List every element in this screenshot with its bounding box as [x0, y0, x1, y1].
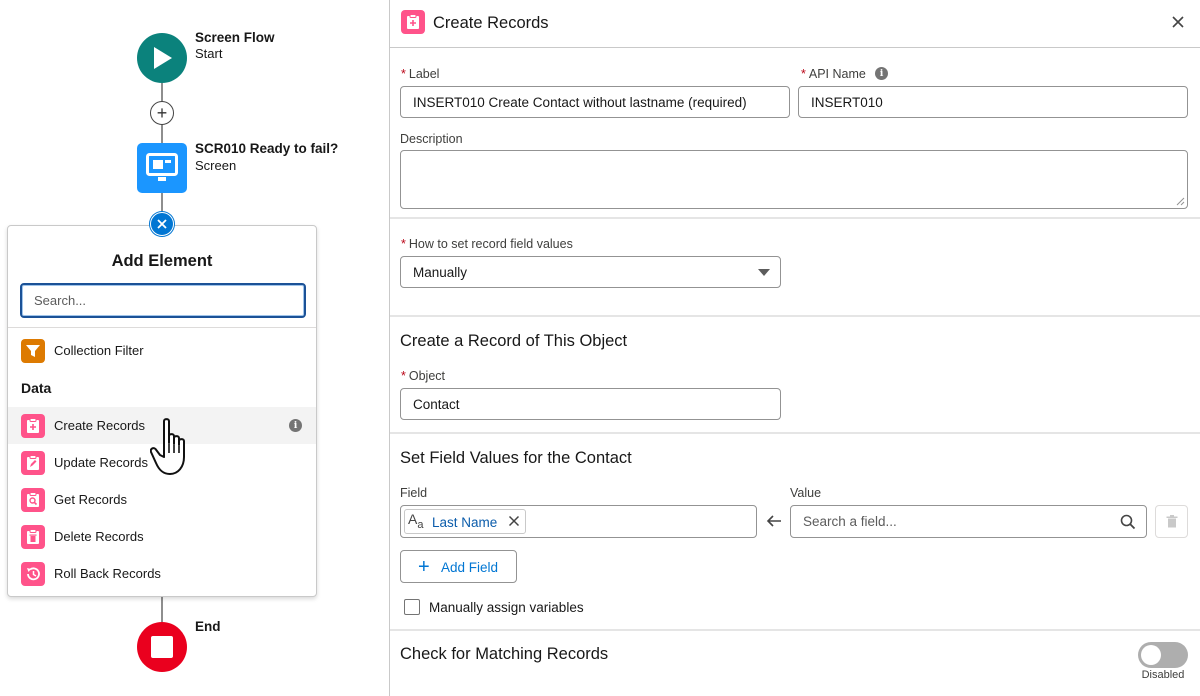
end-node-title: End [195, 619, 221, 634]
manual-assign-label: Manually assign variables [429, 600, 584, 615]
manual-assign-checkbox[interactable] [404, 599, 420, 615]
plus-icon: + [156, 103, 168, 123]
label-input[interactable] [401, 87, 789, 117]
description-textarea[interactable] [400, 150, 1188, 209]
value-search-input[interactable] [791, 506, 1146, 537]
info-icon[interactable]: i [289, 419, 302, 432]
chevron-down-icon [758, 269, 770, 276]
add-element-panel: Add Element Collection Filter Data Creat… [7, 225, 317, 597]
screen-node[interactable] [137, 143, 187, 193]
object-section-title: Create a Record of This Object [400, 332, 628, 350]
hand-cursor-icon [150, 418, 185, 475]
toggle-state-label: Disabled [1141, 669, 1185, 681]
panel-title: Create Records [433, 14, 549, 32]
start-node-subtitle: Start [195, 46, 223, 61]
section-divider [390, 315, 1200, 317]
arrow-left-icon [766, 515, 781, 527]
section-label-data: Data [21, 380, 52, 396]
matching-records-section-title: Check for Matching Records [400, 645, 609, 663]
flow-canvas: Screen Flow Start + SCR010 Ready to fail… [0, 0, 390, 696]
connector-line [161, 597, 163, 622]
panel-header: Create Records [390, 0, 1200, 48]
label-field-label: * Label [401, 67, 440, 81]
object-field[interactable] [400, 388, 781, 420]
info-icon[interactable]: i [875, 67, 888, 80]
element-item-label: Update Records [54, 455, 148, 470]
start-node-title: Screen Flow [195, 30, 275, 45]
object-field-label: * Object [401, 369, 446, 383]
value-column-label: Value [790, 486, 822, 500]
element-item-roll-back-records[interactable]: Roll Back Records [8, 555, 316, 592]
element-search-input[interactable] [22, 285, 304, 316]
add-element-button[interactable]: + [150, 101, 174, 125]
how-to-set-label: * How to set record field values [401, 237, 573, 251]
api-name-field[interactable] [798, 86, 1188, 118]
plus-icon: + [418, 556, 430, 578]
screen-icon [146, 153, 178, 181]
create-records-icon [401, 10, 425, 34]
matching-records-toggle[interactable] [1138, 642, 1188, 668]
field-column-label: Field [400, 486, 428, 500]
add-element-title: Add Element [111, 252, 213, 270]
remove-pill-icon[interactable] [508, 515, 520, 527]
properties-panel: Create Records *Label *API Name i Descri… [389, 0, 1200, 696]
element-item-label: Delete Records [54, 529, 144, 544]
field-pill[interactable]: Aa Last Name [404, 509, 526, 534]
api-name-input[interactable] [799, 87, 1187, 117]
delete-records-icon [21, 525, 45, 549]
delete-row-button[interactable] [1155, 505, 1188, 538]
section-divider [390, 217, 1200, 219]
start-node[interactable] [137, 33, 187, 83]
resize-handle-icon[interactable] [1176, 197, 1185, 206]
field-pill-label: Last Name [432, 515, 498, 530]
how-to-set-select[interactable]: Manually [400, 256, 781, 288]
toggle-knob [1141, 645, 1161, 665]
end-node[interactable] [137, 622, 187, 672]
field-values-section-title: Set Field Values for the Contact [400, 449, 632, 467]
element-item-label: Collection Filter [54, 343, 144, 358]
element-item-collection-filter[interactable]: Collection Filter [8, 332, 316, 369]
field-selector[interactable]: Aa Last Name [400, 505, 757, 538]
update-records-icon [21, 451, 45, 475]
text-field-icon: Aa [408, 511, 424, 531]
get-records-icon [21, 488, 45, 512]
api-name-field-label: * API Name [801, 67, 866, 81]
close-icon [157, 219, 167, 229]
description-label: Description [400, 132, 463, 146]
close-add-element-button[interactable] [150, 212, 174, 236]
value-search-box[interactable] [790, 505, 1147, 538]
screen-node-title: SCR010 Ready to fail? [195, 141, 339, 156]
element-item-label: Roll Back Records [54, 566, 161, 581]
label-field[interactable] [400, 86, 790, 118]
select-value: Manually [413, 265, 468, 280]
section-divider [390, 432, 1200, 434]
create-records-icon [21, 414, 45, 438]
divider [8, 327, 316, 328]
play-icon [154, 47, 172, 69]
element-search-box[interactable] [20, 283, 306, 318]
add-field-label: Add Field [441, 560, 499, 575]
section-divider [390, 629, 1200, 631]
element-item-label: Create Records [54, 418, 146, 433]
object-input[interactable] [401, 389, 780, 419]
element-item-get-records[interactable]: Get Records [8, 481, 316, 518]
roll-back-records-icon [21, 562, 45, 586]
screen-node-subtitle: Screen [195, 158, 237, 173]
search-icon [1120, 514, 1136, 530]
close-icon[interactable] [1170, 14, 1186, 30]
element-item-delete-records[interactable]: Delete Records [8, 518, 316, 555]
filter-icon [21, 339, 45, 363]
add-field-button[interactable]: + Add Field [400, 550, 517, 583]
trash-icon [1166, 515, 1178, 528]
stop-icon [151, 636, 173, 658]
element-item-label: Get Records [54, 492, 127, 507]
